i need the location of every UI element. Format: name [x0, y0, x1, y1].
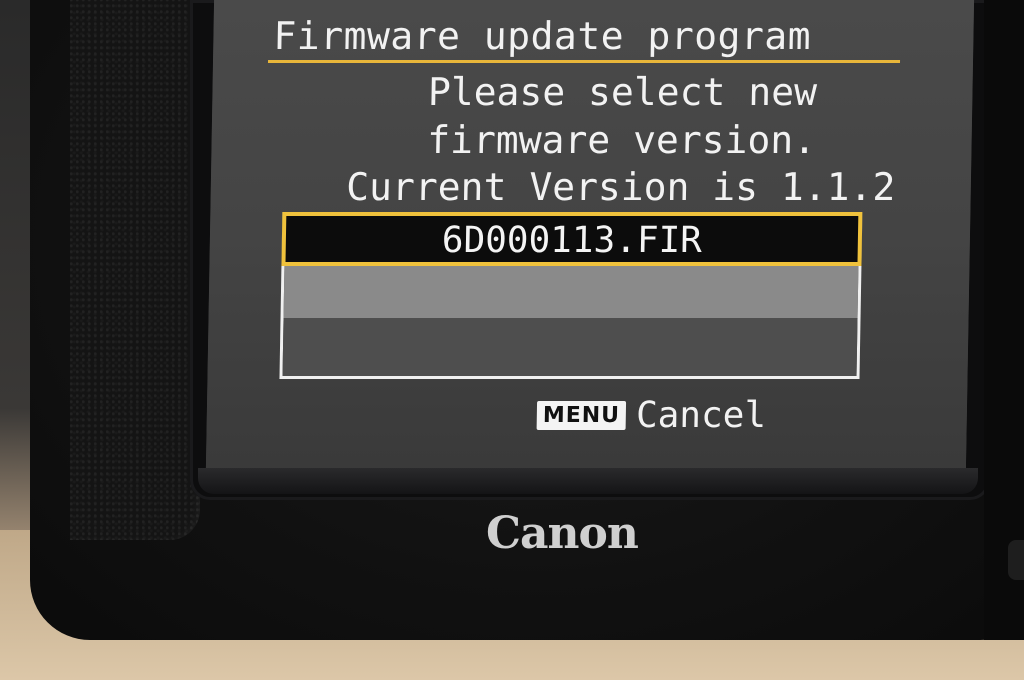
file-list-item-empty[interactable] [283, 266, 859, 318]
cancel-action[interactable]: MENU Cancel [536, 395, 766, 436]
file-name-label: 6D000113.FIR [441, 220, 703, 261]
camera-photo: Firmware update program Please select ne… [0, 0, 1024, 680]
file-list-item-empty[interactable] [282, 318, 858, 376]
lcd-screen: Firmware update program Please select ne… [205, 0, 975, 468]
title-underline [267, 60, 901, 63]
camera-grip [70, 0, 200, 540]
cancel-label: Cancel [635, 395, 767, 436]
brand-logo: Canon [486, 508, 639, 559]
page-title: Firmware update program [273, 14, 812, 58]
side-button [1008, 540, 1024, 580]
current-version-text: Current Version is 1.1.2 [345, 165, 896, 209]
menu-key-icon: MENU [536, 401, 627, 430]
file-list-item-selected[interactable]: 6D000113.FIR [281, 212, 863, 266]
prompt-line-1: Please select new [427, 70, 818, 114]
screen-bottom-edge [198, 468, 978, 494]
firmware-file-list: 6D000113.FIR [279, 212, 863, 379]
prompt-line-2: firmware version. [426, 118, 817, 162]
